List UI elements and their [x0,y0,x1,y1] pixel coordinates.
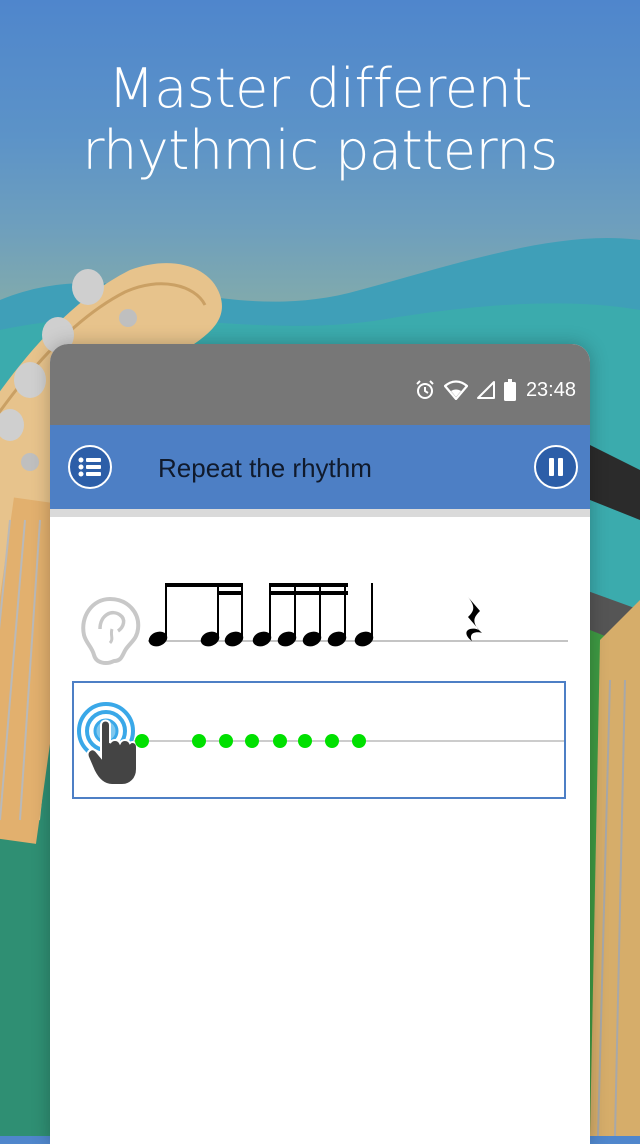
headline-line-2: rhythmic patterns [82,119,558,182]
app-bar-divider [50,509,590,517]
status-icons: 23:48 [414,378,576,402]
ear-icon [81,597,141,665]
headline-line-1: Master different [108,57,532,120]
wifi-icon [443,380,468,400]
tap-dot [135,734,149,748]
pause-button[interactable] [534,445,578,489]
headline: Master different rhythmic patterns [0,58,640,182]
status-bar: 23:48 [50,344,590,425]
rhythm-notation [81,583,568,665]
tap-hand-icon [77,702,138,786]
signal-icon [476,381,495,399]
alarm-icon [416,380,434,399]
pause-icon [549,458,563,476]
exercise-area [50,517,590,1144]
tap-dot [192,734,206,748]
listen-row [50,577,590,677]
tap-track [77,702,564,786]
tap-dot [219,734,233,748]
tap-dot [245,734,259,748]
quarter-rest [466,597,482,641]
phone-screen: 23:48 Repeat the rhythm [50,344,590,1144]
tap-dot [273,734,287,748]
rhythm-notes [148,583,374,647]
tap-dot [352,734,366,748]
tap-area[interactable] [72,681,566,799]
menu-button[interactable] [68,445,112,489]
battery-icon [503,379,516,401]
tap-dot [298,734,312,748]
tap-dot [325,734,339,748]
status-time: 23:48 [525,378,576,401]
screen-title: Repeat the rhythm [158,453,372,483]
list-menu-icon [78,457,101,477]
app-bar: Repeat the rhythm [50,425,590,509]
